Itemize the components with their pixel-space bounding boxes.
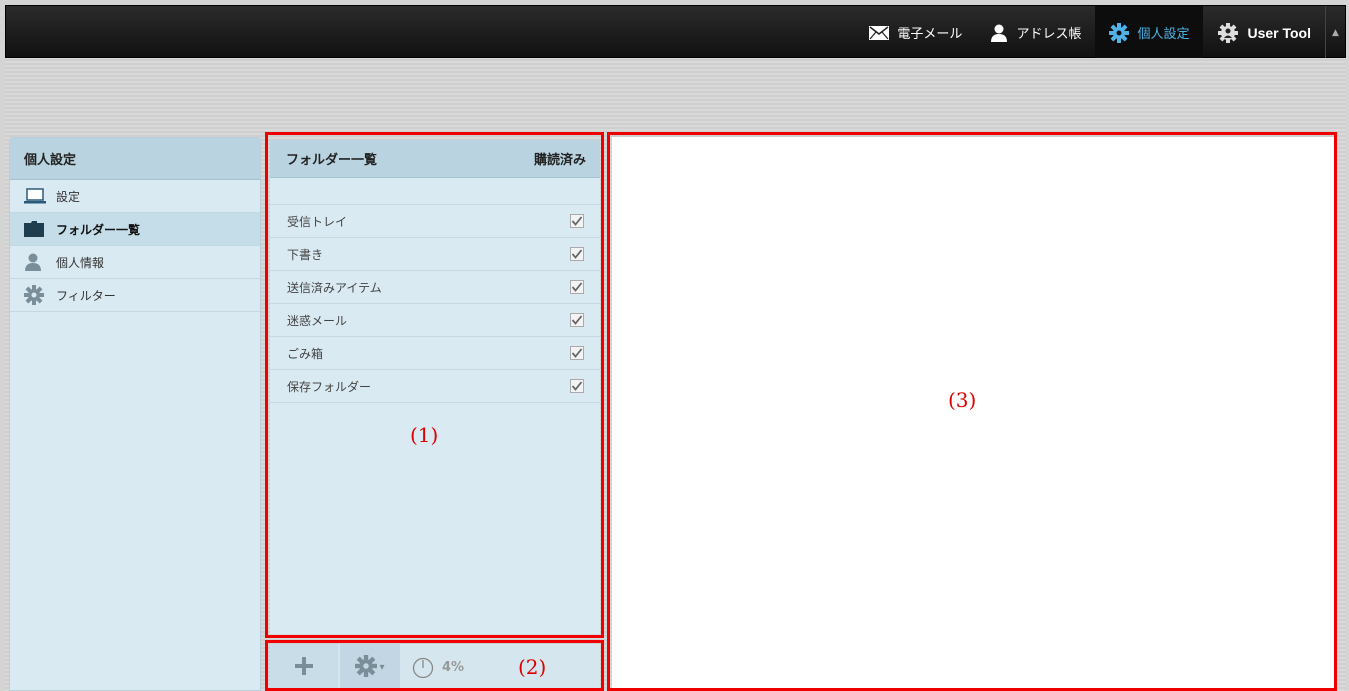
- annotation-label-1: (1): [410, 423, 439, 447]
- sidebar-item-folders[interactable]: フォルダー一覧: [10, 213, 260, 246]
- annotation-box-1: [265, 132, 604, 638]
- annotation-label-3: (3): [948, 388, 977, 412]
- annotation-box-2: [265, 640, 604, 691]
- annotation-label-2: (2): [518, 655, 547, 679]
- person-icon: [24, 253, 46, 271]
- sidebar-item-label: 設定: [56, 189, 81, 204]
- nav-contacts-label: アドレス帳: [1016, 27, 1082, 42]
- folder-icon: [24, 221, 46, 237]
- nav-mail[interactable]: 電子メール: [855, 6, 976, 59]
- nav-scroll-up-icon[interactable]: ▲: [1325, 6, 1345, 59]
- sidebar-item-label: フォルダー一覧: [56, 222, 141, 237]
- user-gear-icon: [1217, 22, 1239, 43]
- laptop-icon: [24, 188, 46, 204]
- sidebar-title: 個人設定: [10, 138, 260, 180]
- top-navigation: 電子メール アドレス帳 個人設定 User Tool ▲: [855, 6, 1345, 59]
- nav-mail-label: 電子メール: [897, 27, 963, 42]
- nav-user-tool-label: User Tool: [1247, 24, 1311, 41]
- sidebar-item-settings[interactable]: 設定: [10, 180, 260, 213]
- top-bar: 電子メール アドレス帳 個人設定 User Tool ▲: [5, 5, 1346, 59]
- nav-personal-settings[interactable]: 個人設定: [1095, 6, 1204, 59]
- gear-icon: [1109, 22, 1130, 43]
- sidebar-item-profile[interactable]: 個人情報: [10, 246, 260, 279]
- gear-icon: [24, 285, 46, 305]
- nav-personal-settings-label: 個人設定: [1137, 27, 1190, 42]
- sidebar-item-label: 個人情報: [56, 255, 105, 270]
- contacts-icon: [990, 24, 1008, 42]
- settings-sidebar: 個人設定 設定 フォルダー一覧 個人情報 フィルター: [9, 137, 261, 691]
- sidebar-item-label: フィルター: [56, 288, 116, 303]
- nav-user-tool[interactable]: User Tool: [1203, 6, 1325, 59]
- mail-icon: [869, 25, 890, 40]
- nav-contacts[interactable]: アドレス帳: [976, 6, 1095, 59]
- sidebar-item-filters[interactable]: フィルター: [10, 279, 260, 312]
